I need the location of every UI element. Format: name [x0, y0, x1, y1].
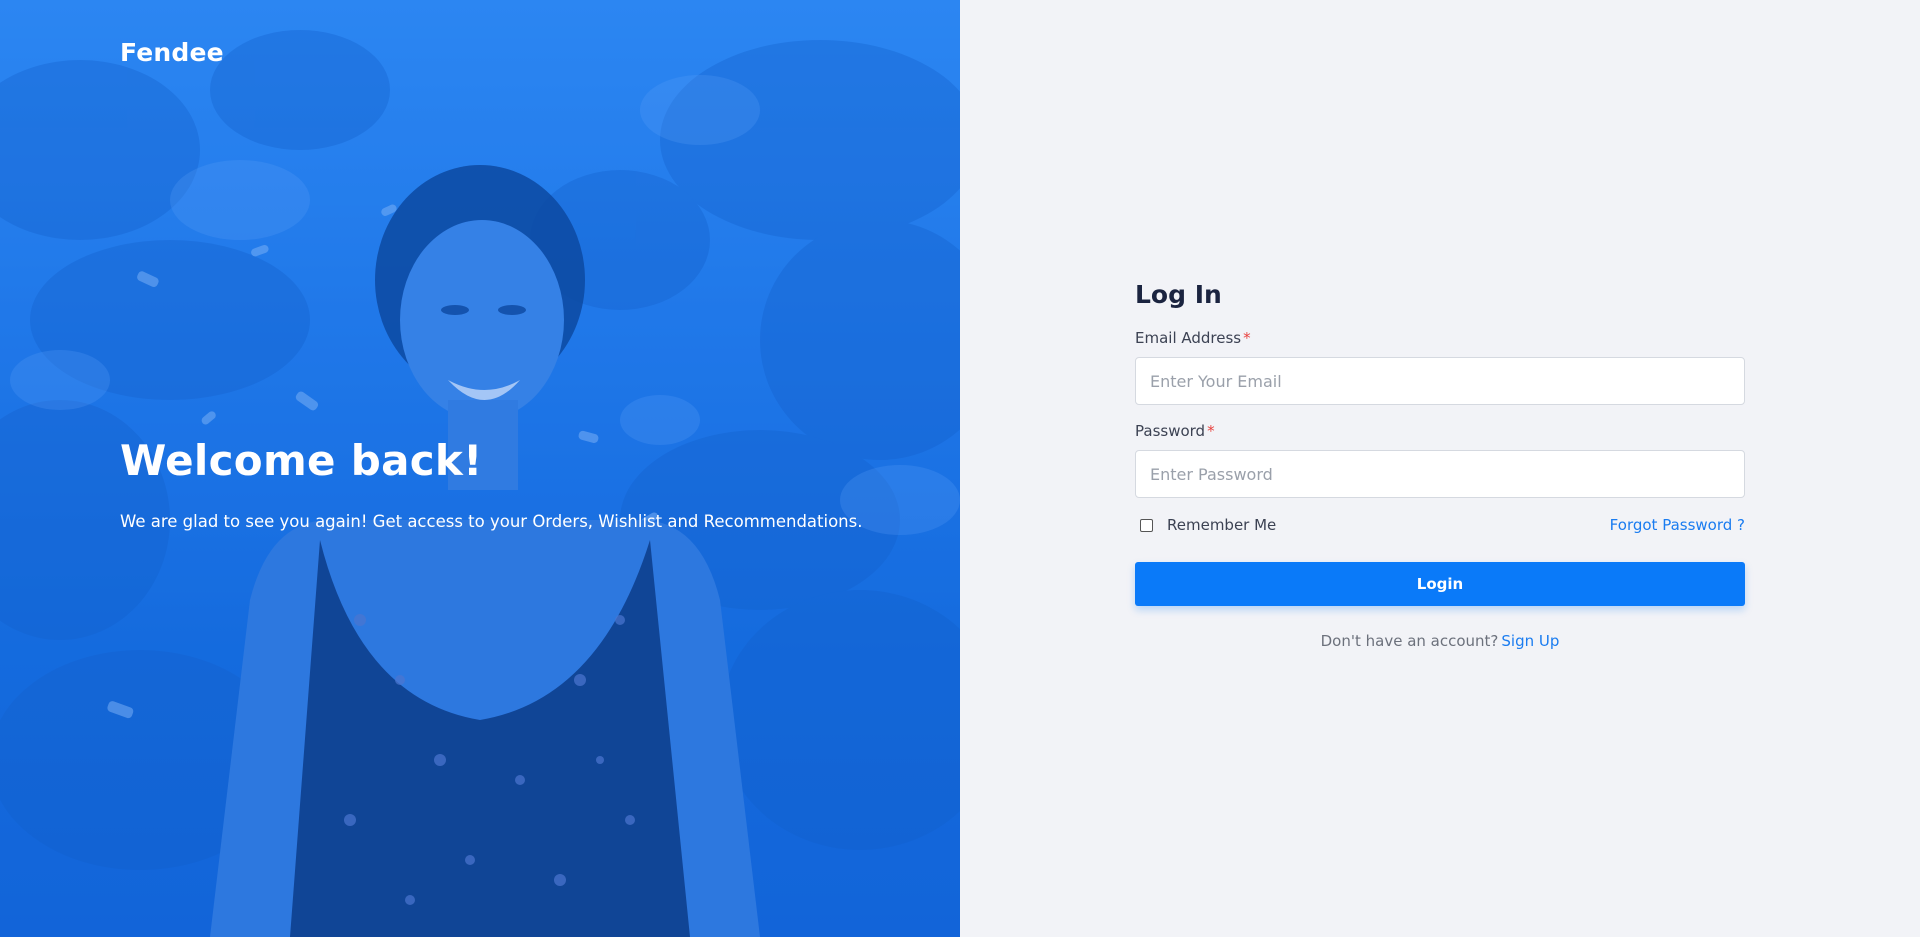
hero-panel: Fendee Welcome back! We are glad to see …	[0, 0, 960, 937]
signup-link[interactable]: Sign Up	[1501, 632, 1559, 650]
welcome-title: Welcome back!	[120, 436, 483, 485]
email-required-marker: *	[1243, 329, 1251, 347]
password-group: Password *	[1135, 422, 1745, 498]
signup-prompt: Don't have an account?	[1320, 632, 1499, 650]
login-panel: Log In Email Address* Password* Remember…	[960, 0, 1920, 937]
password-label: Password *	[1135, 422, 1745, 440]
email-label: Email Address *	[1135, 329, 1745, 347]
email-label-text: Email Address	[1135, 329, 1242, 347]
signup-row: Don't have an account? Sign Up	[1135, 632, 1745, 650]
remember-me[interactable]: Remember Me	[1135, 516, 1276, 534]
email-group: Email Address *	[1135, 329, 1745, 405]
remember-me-label: Remember Me	[1167, 516, 1277, 534]
login-form: Log In Email Address* Password* Remember…	[1135, 280, 1745, 650]
login-title: Log In	[1135, 280, 1222, 309]
login-button[interactable]: Login	[1135, 562, 1745, 606]
welcome-subtitle: We are glad to see you again! Get access…	[120, 512, 863, 531]
options-row: Remember Me Forgot Password ?	[1135, 515, 1745, 535]
password-input[interactable]	[1135, 450, 1745, 498]
password-required-marker: *	[1207, 422, 1215, 440]
remember-me-checkbox[interactable]	[1140, 518, 1153, 532]
login-page: Fendee Welcome back! We are glad to see …	[0, 0, 1920, 937]
password-label-text: Password	[1135, 422, 1206, 440]
forgot-password-link[interactable]: Forgot Password ?	[1610, 516, 1745, 534]
email-input[interactable]	[1135, 357, 1745, 405]
brand-logo[interactable]: Fendee	[120, 38, 224, 67]
